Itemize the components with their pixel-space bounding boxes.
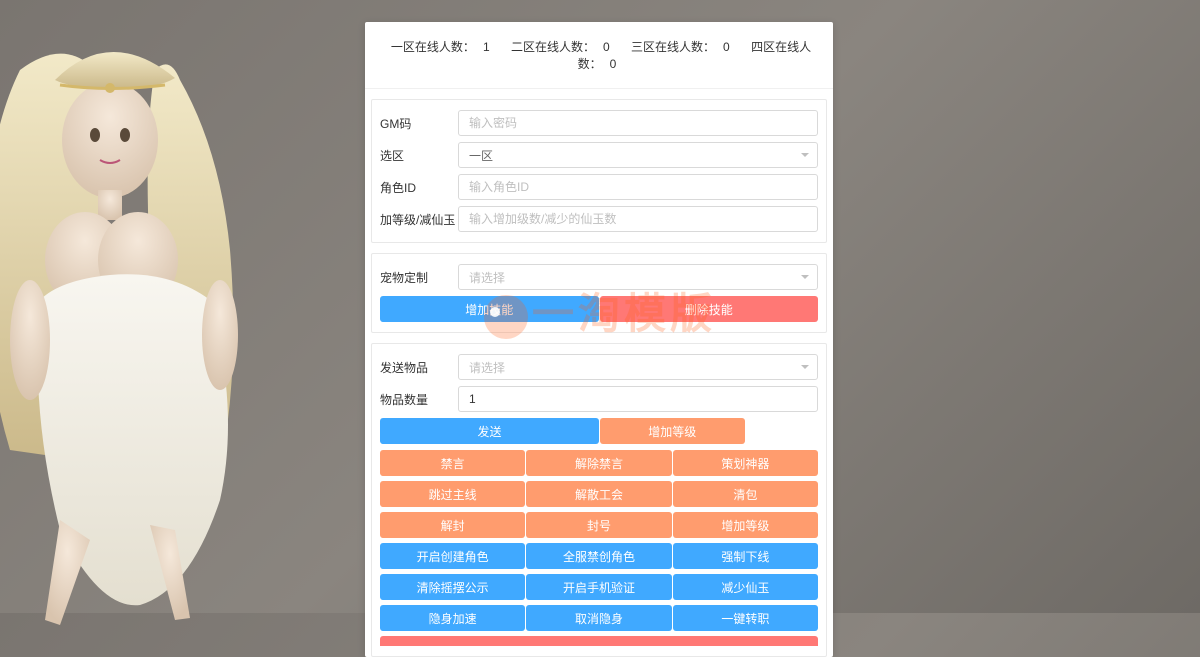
chevron-down-icon: [801, 153, 809, 157]
zone-select[interactable]: 一区: [458, 142, 818, 168]
seal-button[interactable]: 封号: [526, 512, 671, 538]
open-create-char-button[interactable]: 开启创建角色: [380, 543, 525, 569]
level-jade-label: 加等级/减仙玉: [380, 211, 458, 228]
zone4-value: 0: [610, 57, 617, 71]
basic-info-section: GM码 选区 一区 角色ID 加等级/减仙玉: [371, 99, 827, 243]
gm-code-input[interactable]: [458, 110, 818, 136]
zone3-label: 三区在线人数：: [631, 40, 715, 54]
cancel-stealth-button[interactable]: 取消隐身: [526, 605, 671, 631]
pet-select[interactable]: 请选择: [458, 264, 818, 290]
stealth-speed-button[interactable]: 隐身加速: [380, 605, 525, 631]
item-qty-label: 物品数量: [380, 391, 458, 408]
chevron-down-icon: [801, 275, 809, 279]
admin-panel: 一区在线人数：1 二区在线人数：0 三区在线人数：0 四区在线人数：0 GM码 …: [365, 22, 833, 657]
onekey-transfer-button[interactable]: 一键转职: [673, 605, 818, 631]
send-item-section: 发送物品 请选择 物品数量 发送 增加等级 禁言 解除禁言 策划神器 跳过主线 …: [371, 343, 827, 657]
global-ban-create-button[interactable]: 全服禁创角色: [526, 543, 671, 569]
zone-label: 选区: [380, 147, 458, 164]
increase-level-button[interactable]: 增加等级: [673, 512, 818, 538]
delete-skill-button[interactable]: 删除技能: [600, 296, 819, 322]
force-offline-button[interactable]: 强制下线: [673, 543, 818, 569]
ban-chat-button[interactable]: 禁言: [380, 450, 525, 476]
item-qty-input[interactable]: [458, 386, 818, 412]
background-illustration: [0, 30, 340, 630]
unban-chat-button[interactable]: 解除禁言: [526, 450, 671, 476]
item-select-placeholder: 请选择: [469, 359, 505, 376]
gm-code-label: GM码: [380, 115, 458, 132]
clear-bag-button[interactable]: 清包: [673, 481, 818, 507]
pet-select-placeholder: 请选择: [469, 269, 505, 286]
send-button[interactable]: 发送: [380, 418, 599, 444]
item-select[interactable]: 请选择: [458, 354, 818, 380]
send-item-label: 发送物品: [380, 359, 458, 376]
zone2-value: 0: [603, 40, 610, 54]
open-phone-verify-button[interactable]: 开启手机验证: [526, 574, 671, 600]
unseal-button[interactable]: 解封: [380, 512, 525, 538]
zone3-value: 0: [723, 40, 730, 54]
zone1-label: 一区在线人数：: [391, 40, 475, 54]
chevron-down-icon: [801, 365, 809, 369]
add-level-button[interactable]: 增加等级: [600, 418, 745, 444]
role-id-label: 角色ID: [380, 179, 458, 196]
clear-roll-notice-button[interactable]: 清除摇摆公示: [380, 574, 525, 600]
pet-section: 宠物定制 请选择 增加技能 删除技能: [371, 253, 827, 333]
dismiss-guild-button[interactable]: 解散工会: [526, 481, 671, 507]
zone1-value: 1: [483, 40, 490, 54]
skip-main-button[interactable]: 跳过主线: [380, 481, 525, 507]
level-jade-input[interactable]: [458, 206, 818, 232]
plan-artifact-button[interactable]: 策划神器: [673, 450, 818, 476]
zone2-label: 二区在线人数：: [511, 40, 595, 54]
role-id-input[interactable]: [458, 174, 818, 200]
pet-custom-label: 宠物定制: [380, 269, 458, 286]
add-skill-button[interactable]: 增加技能: [380, 296, 599, 322]
zone-select-value: 一区: [469, 147, 493, 164]
bottom-partial-button[interactable]: [380, 636, 818, 646]
decrease-jade-button[interactable]: 减少仙玉: [673, 574, 818, 600]
online-stats-bar: 一区在线人数：1 二区在线人数：0 三区在线人数：0 四区在线人数：0: [365, 22, 833, 89]
